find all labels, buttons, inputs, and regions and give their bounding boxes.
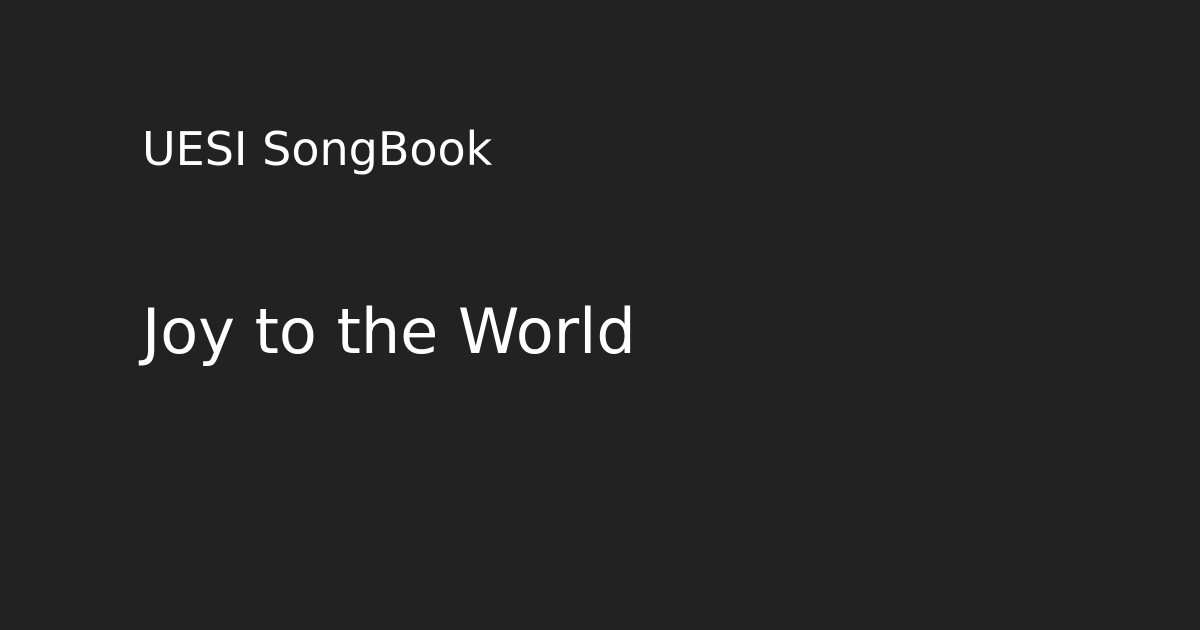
site-name: UESI SongBook — [142, 122, 493, 176]
song-title: Joy to the World — [142, 295, 636, 368]
preview-card: UESI SongBook Joy to the World — [0, 0, 1200, 630]
